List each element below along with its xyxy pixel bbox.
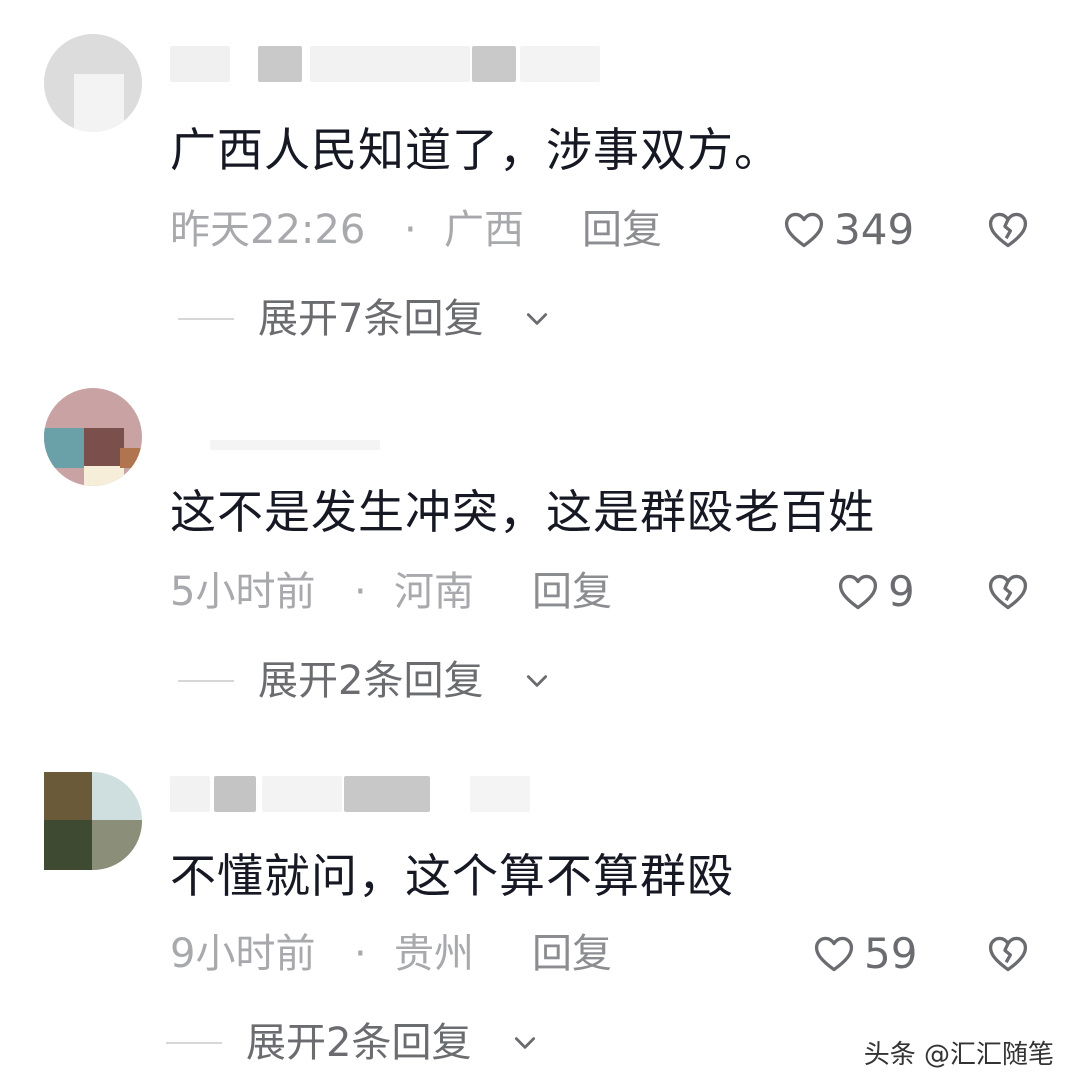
chevron-down-icon (526, 675, 548, 687)
expand-replies[interactable]: 展开7条回复 (178, 294, 598, 344)
like-button[interactable]: 59 (812, 929, 917, 978)
meta-separator: · (404, 207, 417, 253)
comment-item: 不懂就问，这个算不算群殴 9小时前 · 贵州 回复 59 展开2条回复 (0, 724, 1080, 1084)
chevron-down-icon (514, 1037, 536, 1049)
like-button[interactable]: 9 (836, 567, 915, 616)
watermark: 头条 @汇汇随笔 (863, 1040, 1054, 1070)
comment-text: 广西人民知道了，涉事双方。 (170, 123, 781, 177)
like-count: 349 (834, 205, 915, 254)
avatar[interactable] (44, 388, 142, 486)
like-count: 59 (864, 929, 918, 978)
comment-time: 昨天22:26 (170, 207, 366, 253)
heart-outline-icon (784, 212, 824, 248)
avatar[interactable] (44, 772, 142, 870)
expand-replies-label: 展开7条回复 (258, 296, 484, 342)
comment-time: 9小时前 (170, 931, 316, 977)
reply-button[interactable]: 回复 (532, 928, 612, 980)
heart-outline-icon (814, 936, 854, 972)
meta-separator: · (354, 569, 367, 615)
comment-location: 广西 (444, 207, 524, 253)
comment-location: 贵州 (394, 931, 474, 977)
reply-button[interactable]: 回复 (582, 204, 662, 256)
expand-replies[interactable]: 展开2条回复 (178, 656, 598, 706)
meta-separator: · (354, 931, 367, 977)
username-redacted[interactable] (170, 440, 610, 476)
expand-replies-label: 展开2条回复 (246, 1020, 472, 1066)
username-redacted[interactable] (170, 776, 610, 812)
comment-location: 河南 (394, 569, 474, 615)
comment-time: 5小时前 (170, 569, 316, 615)
like-count: 9 (888, 567, 915, 616)
comment-meta: 昨天22:26 · 广西 回复 349 (170, 204, 1050, 256)
comment-meta: 9小时前 · 贵州 回复 59 (170, 928, 1050, 980)
divider (178, 680, 234, 682)
reply-button[interactable]: 回复 (532, 566, 612, 618)
chevron-down-icon (526, 313, 548, 325)
comment-meta: 5小时前 · 河南 回复 9 (170, 566, 1050, 618)
heart-outline-icon (838, 574, 878, 610)
avatar[interactable] (44, 34, 142, 132)
comment-item: 广西人民知道了，涉事双方。 昨天22:26 · 广西 回复 349 展开7条回复 (0, 0, 1080, 360)
expand-replies-label: 展开2条回复 (258, 658, 484, 704)
broken-heart-icon[interactable] (986, 570, 1030, 614)
divider (166, 1042, 222, 1044)
like-button[interactable]: 349 (782, 205, 914, 254)
expand-replies[interactable]: 展开2条回复 (166, 1018, 586, 1068)
comment-text: 不懂就问，这个算不算群殴 (170, 849, 734, 903)
divider (178, 318, 234, 320)
broken-heart-icon[interactable] (986, 208, 1030, 252)
username-redacted[interactable] (170, 46, 610, 82)
broken-heart-icon[interactable] (986, 932, 1030, 976)
comment-text: 这不是发生冲突，这是群殴老百姓 (170, 485, 875, 539)
comment-item: 这不是发生冲突，这是群殴老百姓 5小时前 · 河南 回复 9 展开2条回复 (0, 362, 1080, 722)
